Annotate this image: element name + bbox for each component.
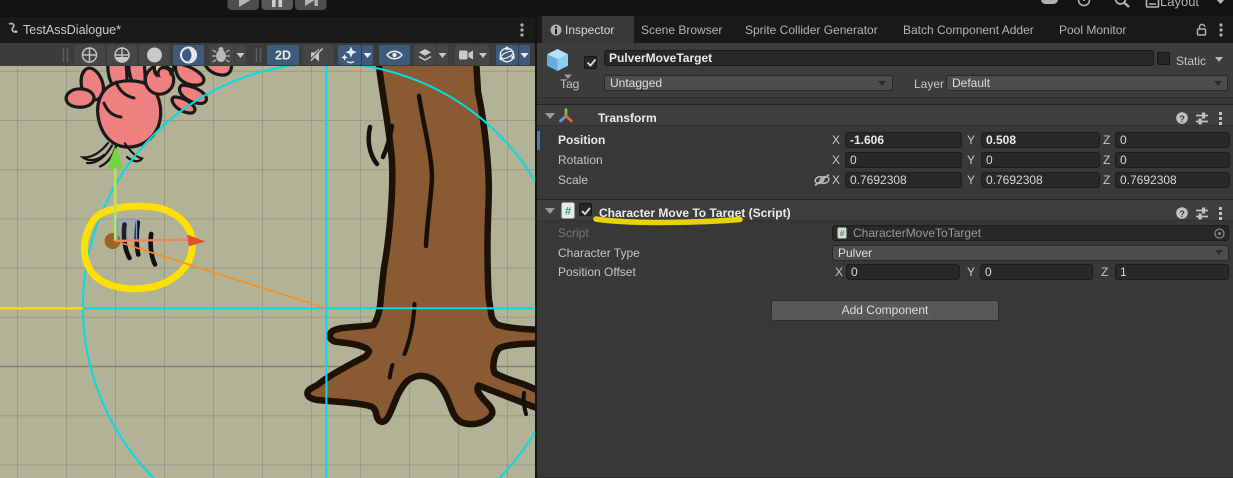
svg-text:2D: 2D [275, 49, 291, 63]
svg-text:#: # [565, 206, 571, 218]
svg-text:?: ? [1179, 209, 1185, 220]
svg-text:?: ? [1179, 114, 1185, 125]
svg-text:#: # [840, 228, 845, 238]
